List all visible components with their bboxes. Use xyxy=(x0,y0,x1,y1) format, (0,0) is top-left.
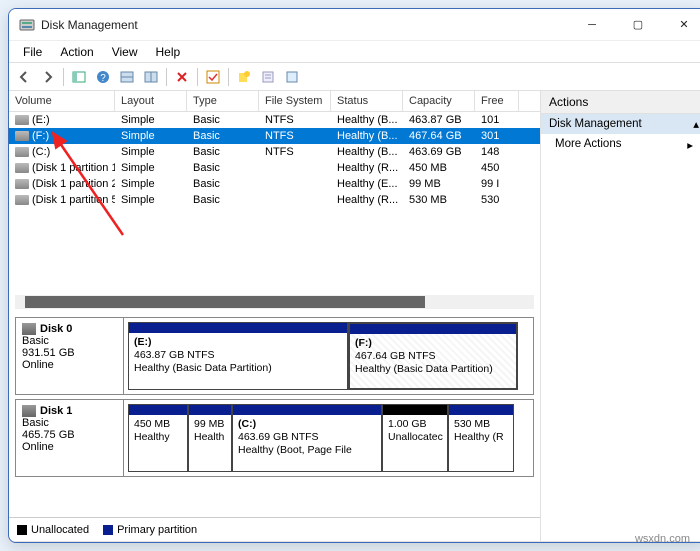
legend-item: Unallocated xyxy=(17,524,89,536)
volume-row[interactable]: (Disk 1 partition 1)SimpleBasicHealthy (… xyxy=(9,160,540,176)
settings-button[interactable] xyxy=(281,66,303,88)
volume-list-header: VolumeLayoutTypeFile SystemStatusCapacit… xyxy=(9,91,540,112)
partition-color-bar xyxy=(233,405,381,415)
collapse-icon: ▴ xyxy=(693,117,699,131)
volume-row[interactable]: (Disk 1 partition 5)SimpleBasicHealthy (… xyxy=(9,192,540,208)
partition[interactable]: (C:)463.69 GB NTFSHealthy (Boot, Page Fi… xyxy=(232,404,382,472)
delete-button[interactable] xyxy=(171,66,193,88)
partition[interactable]: 1.00 GBUnallocatec xyxy=(382,404,448,472)
disk-management-window: Disk Management ─ ▢ ✕ FileActionViewHelp… xyxy=(8,8,700,543)
window-title: Disk Management xyxy=(41,18,569,32)
partition[interactable]: 450 MBHealthy xyxy=(128,404,188,472)
partition-color-bar xyxy=(350,324,516,334)
watermark: wsxdn.com xyxy=(635,533,690,545)
svg-text:?: ? xyxy=(100,73,106,84)
menu-view[interactable]: View xyxy=(104,43,146,61)
show-hide-button[interactable] xyxy=(68,66,90,88)
column-header[interactable]: Volume xyxy=(9,91,115,111)
volume-row[interactable]: (F:)SimpleBasicNTFSHealthy (B...467.64 G… xyxy=(9,128,540,144)
minimize-button[interactable]: ─ xyxy=(569,9,615,41)
back-button[interactable] xyxy=(13,66,35,88)
column-header[interactable]: Type xyxy=(187,91,259,111)
column-header[interactable]: File System xyxy=(259,91,331,111)
properties-button[interactable] xyxy=(257,66,279,88)
column-header[interactable]: Status xyxy=(331,91,403,111)
disk-info[interactable]: Disk 1Basic465.75 GBOnline xyxy=(16,400,124,476)
column-header[interactable]: Free xyxy=(475,91,519,111)
disk-info[interactable]: Disk 0Basic931.51 GBOnline xyxy=(16,318,124,394)
toolbar: ? xyxy=(9,63,700,91)
drive-icon xyxy=(15,195,29,205)
titlebar: Disk Management ─ ▢ ✕ xyxy=(9,9,700,41)
actions-header: Actions xyxy=(541,91,700,114)
view-1-button[interactable] xyxy=(116,66,138,88)
drive-icon xyxy=(15,131,29,141)
partition[interactable]: (F:)467.64 GB NTFSHealthy (Basic Data Pa… xyxy=(348,322,518,390)
more-actions-item[interactable]: More Actions ▸ xyxy=(541,134,700,156)
new-button[interactable] xyxy=(233,66,255,88)
partition-color-bar xyxy=(189,405,231,415)
disk-mgmt-icon xyxy=(19,17,35,33)
disk-map: Disk 1Basic465.75 GBOnline450 MBHealthy9… xyxy=(15,399,534,477)
legend-item: Primary partition xyxy=(103,524,197,536)
close-button[interactable]: ✕ xyxy=(661,9,700,41)
drive-icon xyxy=(15,115,29,125)
maximize-button[interactable]: ▢ xyxy=(615,9,661,41)
column-header[interactable]: Capacity xyxy=(403,91,475,111)
volume-list: VolumeLayoutTypeFile SystemStatusCapacit… xyxy=(9,91,540,291)
horizontal-scrollbar[interactable] xyxy=(15,295,534,309)
menu-file[interactable]: File xyxy=(15,43,50,61)
drive-icon xyxy=(15,179,29,189)
menu-action[interactable]: Action xyxy=(52,43,101,61)
chevron-right-icon: ▸ xyxy=(687,138,693,152)
check-button[interactable] xyxy=(202,66,224,88)
actions-pane: Actions Disk Management ▴ More Actions ▸ xyxy=(541,91,700,541)
disk-graphical-view: Disk 0Basic931.51 GBOnline(E:)463.87 GB … xyxy=(9,313,540,517)
disk-map: Disk 0Basic931.51 GBOnline(E:)463.87 GB … xyxy=(15,317,534,395)
partition-color-bar xyxy=(129,405,187,415)
partition[interactable]: 99 MBHealth xyxy=(188,404,232,472)
view-2-button[interactable] xyxy=(140,66,162,88)
disk-icon xyxy=(22,405,36,417)
partition[interactable]: (E:)463.87 GB NTFSHealthy (Basic Data Pa… xyxy=(128,322,348,390)
drive-icon xyxy=(15,147,29,157)
actions-group-disk-mgmt[interactable]: Disk Management ▴ xyxy=(541,114,700,134)
forward-button[interactable] xyxy=(37,66,59,88)
menu-help[interactable]: Help xyxy=(148,43,189,61)
partition[interactable]: 530 MBHealthy (R xyxy=(448,404,514,472)
legend: Unallocated Primary partition xyxy=(9,517,540,541)
menubar: FileActionViewHelp xyxy=(9,41,700,63)
volume-row[interactable]: (E:)SimpleBasicNTFSHealthy (B...463.87 G… xyxy=(9,112,540,128)
column-header[interactable]: Layout xyxy=(115,91,187,111)
volume-row[interactable]: (Disk 1 partition 2)SimpleBasicHealthy (… xyxy=(9,176,540,192)
partition-color-bar xyxy=(449,405,513,415)
volume-row[interactable]: (C:)SimpleBasicNTFSHealthy (B...463.69 G… xyxy=(9,144,540,160)
main-pane: VolumeLayoutTypeFile SystemStatusCapacit… xyxy=(9,91,541,541)
help-button[interactable]: ? xyxy=(92,66,114,88)
partition-color-bar xyxy=(383,405,447,415)
drive-icon xyxy=(15,163,29,173)
partition-color-bar xyxy=(129,323,347,333)
disk-icon xyxy=(22,323,36,335)
